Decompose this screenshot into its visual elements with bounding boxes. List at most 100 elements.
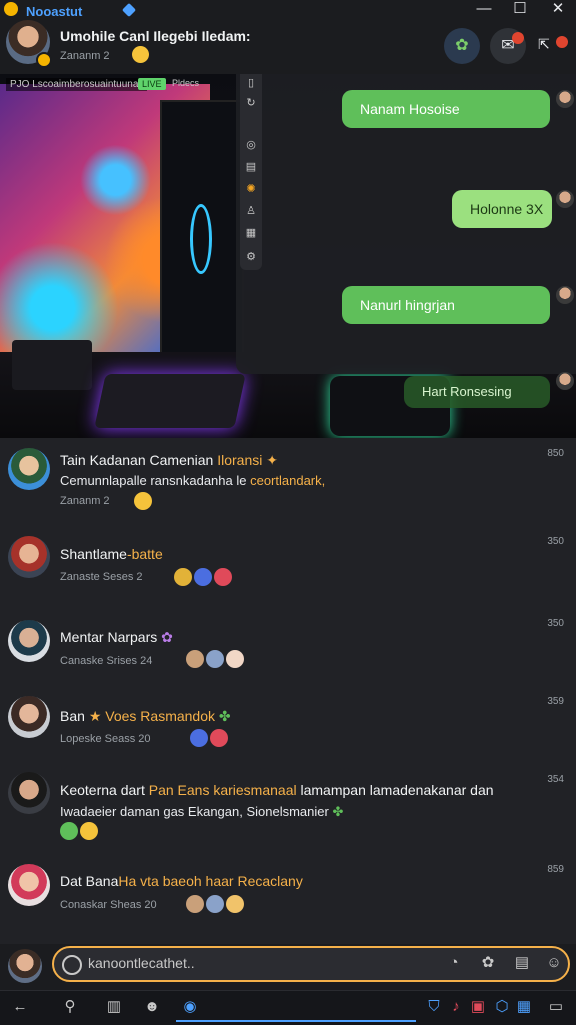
user-avatar[interactable] [8,772,50,814]
post-author[interactable]: Keoterna dart Pan Eans kariesmanaal lama… [60,782,494,798]
keyboard-image [94,374,246,428]
user-avatar[interactable] [8,620,50,662]
overlay-tag: Pldecs [172,78,200,88]
globe-emoji-icon[interactable] [190,729,208,747]
post-author[interactable]: Dat BanaHa vta baeoh haar Recaclany [60,873,303,889]
stream-preview[interactable]: PJO Lscoaimberosuaintuunail LIVE Pldecs … [0,74,576,438]
refresh-icon[interactable]: ↻ [244,96,258,110]
reaction-row[interactable] [186,650,246,668]
game-icon[interactable]: ⬡ [492,997,512,1017]
post-author[interactable]: Ban ★ Voes Rasmandok ✤ [60,708,231,725]
laugh-emoji-icon[interactable] [174,568,192,586]
chat-bubble[interactable]: Nanam Hosoise [342,90,550,128]
angry-emoji-icon[interactable] [214,568,232,586]
chat-bubble-text: Nanam Hosoise [360,101,460,117]
laugh-emoji-icon[interactable] [226,895,244,913]
share-button[interactable]: ⇱ [538,36,550,53]
globe-emoji-icon[interactable] [194,568,212,586]
surprised-emoji-icon[interactable] [226,650,244,668]
maximize-button[interactable]: ☐ [504,0,536,18]
user-avatar[interactable] [8,536,50,578]
cool-emoji-icon[interactable] [206,895,224,913]
image-icon[interactable]: ▤ [512,953,532,973]
reaction-row[interactable] [60,822,100,840]
post-time: 350 [547,618,564,629]
chat-bubble[interactable]: Hart Ronsesing [404,376,550,408]
face-emoji-icon[interactable] [186,895,204,913]
lock-icon[interactable]: ◎ [244,138,258,152]
active-app-indicator [176,1020,416,1022]
heart-emoji-icon[interactable] [60,822,78,840]
settings-icon[interactable]: ⚙ [244,250,258,264]
browser-icon[interactable]: ◉ [180,997,200,1017]
live-badge: LIVE [138,78,166,90]
notification-center-icon[interactable]: ▭ [546,997,566,1017]
comment-feed[interactable] [0,438,576,944]
chat-bubble[interactable]: Holonne 3X [452,190,552,228]
gif-icon[interactable]: ✿ [478,953,498,973]
chat-avatar [556,190,574,208]
bookmark-icon[interactable]: ▯ [244,76,258,90]
post-text: Iwadaeier daman gas Ekangan, Sionelsmani… [60,804,344,819]
angry-emoji-icon[interactable] [210,729,228,747]
sticker-icon[interactable]: ◔ [444,953,464,973]
face-emoji-icon[interactable] [186,650,204,668]
flower-emoji-icon: ✿ [161,629,173,645]
search-icon[interactable]: ⚲ [60,997,80,1017]
clover-emoji-icon: ✤ [218,708,231,724]
share-icon: ⇱ [538,36,550,52]
minimize-button[interactable]: — [468,0,500,18]
close-button[interactable]: ✕ [542,0,574,18]
shield-icon[interactable]: ⛉ [424,997,444,1017]
sad-emoji-icon[interactable] [80,822,98,840]
note-icon[interactable]: ▤ [244,160,258,174]
chat-notification-badge [512,32,524,44]
reaction-row[interactable] [186,895,246,913]
message-placeholder: kanoontlecathet.. [88,955,195,971]
user-icon[interactable]: ♙ [244,204,258,218]
reaction-row[interactable] [190,729,230,747]
chat-bubble[interactable]: Nanurl hingrjan [342,286,550,324]
music-icon[interactable]: ♪ [446,997,466,1017]
store-icon[interactable]: ▦ [514,997,534,1017]
channel-title: Umohile Canl Ilegebi Iledam: [60,28,251,44]
reaction-row[interactable] [174,568,234,586]
chat-bubble-text: Nanurl hingrjan [360,297,455,313]
smile-emoji-icon [132,46,149,63]
post-author[interactable]: Shantlame-batte [60,546,163,562]
chat-avatar [556,90,574,108]
clover-emoji-icon: ✤ [332,804,344,819]
post-author[interactable]: Mentar Narpars ✿ [60,629,173,646]
clock-icon[interactable] [62,955,82,975]
grid-icon[interactable]: ▦ [244,226,258,240]
post-meta: Zanaste Seses 2 [60,571,143,583]
post-author[interactable]: Tain Kadanan Camenian Iloransi ✦ [60,452,278,469]
chat-avatar [556,372,574,390]
user-avatar[interactable] [8,448,50,490]
my-avatar[interactable] [8,949,42,983]
post-meta: Conaskar Sheas 20 [60,899,157,911]
post-time: 350 [547,536,564,547]
bird-emoji-icon: ✦ [266,452,278,468]
user-avatar[interactable] [8,864,50,906]
profile-app-icon[interactable]: ☻ [142,997,162,1017]
leaf-icon: ✿ [455,37,469,54]
smile-emoji-icon[interactable] [134,492,152,510]
leaf-button[interactable]: ✿ [444,28,480,64]
user-avatar[interactable] [8,696,50,738]
stream-overlay-label: PJO Lscoaimberosuaintuunail [6,78,147,91]
post-time: 859 [547,864,564,875]
post-meta: Zananm 2 [60,495,110,507]
back-icon[interactable]: ← [10,997,30,1017]
sun-icon[interactable]: ✺ [244,182,258,196]
star-emoji-icon: ★ [88,708,102,724]
files-icon[interactable]: ▥ [104,997,124,1017]
status-badge [36,52,52,68]
cool-emoji-icon[interactable] [206,650,224,668]
post-time: 850 [547,448,564,459]
chat-avatar [556,286,574,304]
emoji-picker-icon[interactable]: ☺ [544,953,564,973]
share-notification-badge [556,36,568,48]
record-icon[interactable]: ▣ [468,997,488,1017]
app-name: Nooastut [26,4,83,19]
